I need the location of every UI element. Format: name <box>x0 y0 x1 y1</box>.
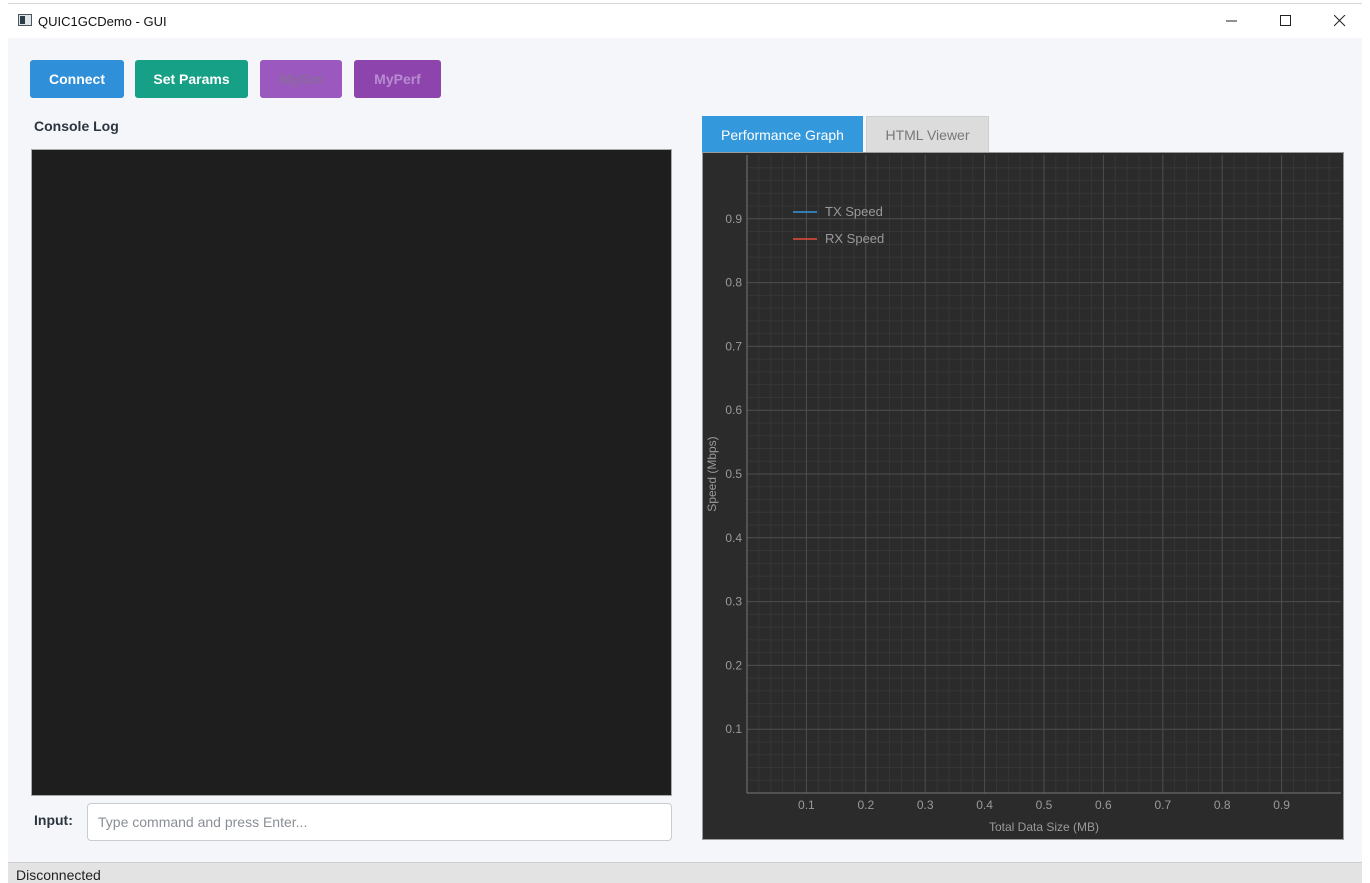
y-tick-label: 0.9 <box>725 212 742 226</box>
maximize-icon <box>1280 15 1291 26</box>
y-tick-label: 0.2 <box>725 658 742 672</box>
myget-button[interactable]: MyGet <box>260 60 342 98</box>
close-icon <box>1334 15 1346 27</box>
x-tick-label: 0.8 <box>1214 798 1231 812</box>
y-tick-label: 0.3 <box>725 595 742 609</box>
console-log[interactable] <box>31 149 672 796</box>
app-icon <box>18 14 32 26</box>
y-tick-label: 0.1 <box>725 722 742 736</box>
y-tick-label: 0.6 <box>725 403 742 417</box>
set-params-button[interactable]: Set Params <box>135 60 248 98</box>
x-tick-label: 0.5 <box>1036 798 1053 812</box>
performance-graph: 0.1 0.2 0.3 0.4 0.5 0.6 0.7 0.8 0.9 0.1 0.2 0.3 0.4 0… <box>702 152 1344 840</box>
window-title: QUIC1GCDemo - GUI <box>38 14 167 29</box>
y-axis-label: Speed (Mbps) <box>705 436 719 511</box>
status-text: Disconnected <box>16 867 101 883</box>
y-tick-label: 0.4 <box>725 531 742 545</box>
legend-label: RX Speed <box>825 231 884 246</box>
performance-chart: 0.1 0.2 0.3 0.4 0.5 0.6 0.7 0.8 0.9 0.1 0.2 0.3 0.4 0… <box>705 155 1341 834</box>
title-bar: QUIC1GCDemo - GUI <box>8 3 1362 39</box>
y-tick-label: 0.7 <box>725 339 742 353</box>
y-tick-label: 0.8 <box>725 276 742 290</box>
x-axis-label: Total Data Size (MB) <box>989 820 1099 834</box>
tab-performance-graph[interactable]: Performance Graph <box>702 116 863 153</box>
x-tick-label: 0.9 <box>1273 798 1290 812</box>
x-tick-label: 0.2 <box>857 798 874 812</box>
console-log-title: Console Log <box>34 118 119 134</box>
minimize-icon <box>1226 20 1237 22</box>
y-tick-label: 0.5 <box>725 467 742 481</box>
myperf-button[interactable]: MyPerf <box>354 60 441 98</box>
main-window-content: Connect Set Params MyGet MyPerf Console … <box>8 38 1362 862</box>
maximize-button[interactable] <box>1260 4 1312 38</box>
command-input[interactable] <box>87 803 672 841</box>
legend-label: TX Speed <box>825 204 883 219</box>
x-tick-label: 0.4 <box>976 798 993 812</box>
connect-button[interactable]: Connect <box>30 60 124 98</box>
x-tick-label: 0.1 <box>798 798 815 812</box>
status-bar: Disconnected <box>8 862 1362 883</box>
x-tick-label: 0.7 <box>1154 798 1171 812</box>
x-tick-label: 0.3 <box>917 798 934 812</box>
tab-html-viewer[interactable]: HTML Viewer <box>866 116 989 153</box>
close-button[interactable] <box>1314 4 1366 38</box>
input-label: Input: <box>34 812 73 828</box>
x-tick-label: 0.6 <box>1095 798 1112 812</box>
minimize-button[interactable] <box>1206 4 1258 38</box>
